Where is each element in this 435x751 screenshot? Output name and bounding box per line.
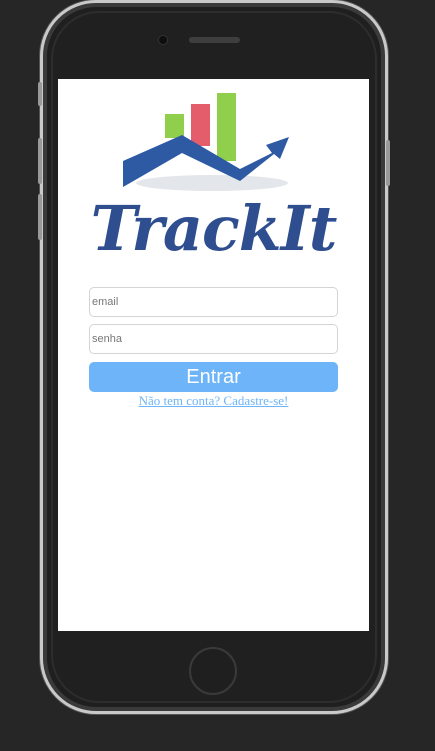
app-screen: TrackIt Entrar Não tem conta? Cadastre-s…	[58, 79, 369, 631]
side-button-volume-up	[38, 138, 42, 184]
signup-link[interactable]: Não tem conta? Cadastre-se!	[58, 393, 369, 409]
login-button[interactable]: Entrar	[89, 362, 338, 392]
email-field[interactable]	[89, 287, 338, 317]
app-title: TrackIt	[90, 192, 338, 265]
home-button[interactable]	[189, 647, 237, 695]
earpiece-speaker	[189, 37, 240, 43]
chart-trend-logo-icon	[123, 93, 289, 191]
password-field[interactable]	[89, 324, 338, 354]
front-camera	[159, 36, 167, 44]
side-button-volume-down	[38, 194, 42, 240]
side-button-power	[386, 140, 390, 186]
side-button-mute	[38, 82, 42, 106]
